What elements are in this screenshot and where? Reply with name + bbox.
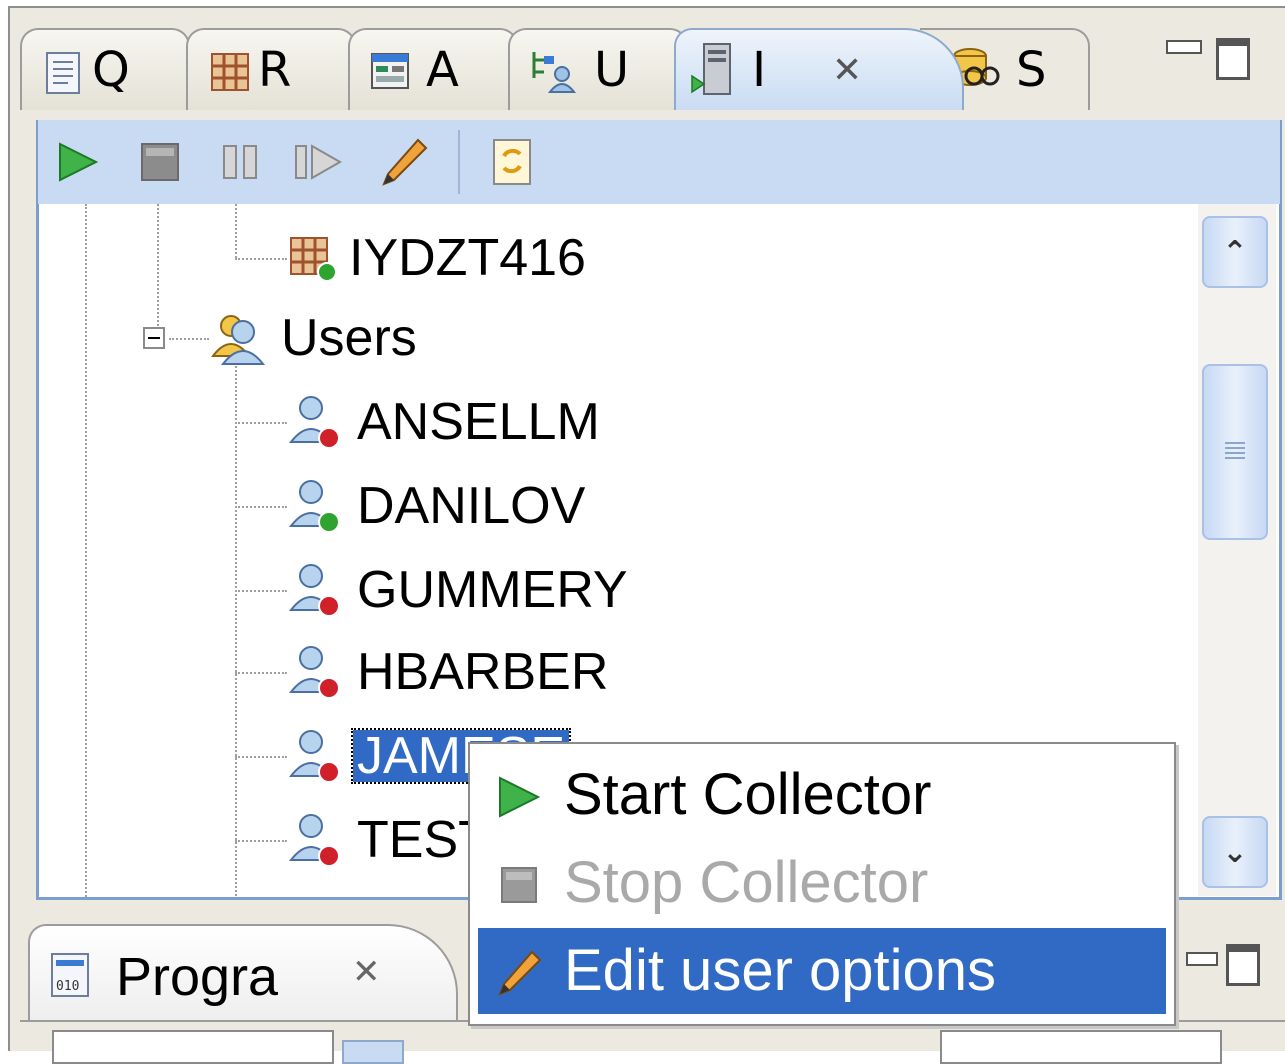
field-right[interactable] <box>940 1030 1222 1064</box>
tree-group-label: Users <box>281 309 417 367</box>
tab-i[interactable]: I ✕ <box>674 28 964 110</box>
toolbar-separator <box>458 130 460 194</box>
pencil-icon[interactable] <box>378 136 430 188</box>
stop-icon <box>501 867 537 903</box>
tree-guide <box>235 840 287 842</box>
tree-group-users[interactable]: Users <box>143 302 417 374</box>
user-name: ANSELLM <box>357 393 600 451</box>
user-stopped-icon <box>288 646 340 699</box>
menu-item-label: Edit user options <box>564 938 997 1003</box>
binary-file-icon: 010 <box>51 953 89 997</box>
pause-icon[interactable] <box>214 136 266 188</box>
user-stopped-icon <box>288 396 340 449</box>
grid-running-icon <box>290 237 337 282</box>
play-icon <box>499 776 541 818</box>
grid-icon <box>211 53 249 91</box>
menu-item-start-collector[interactable]: Start Collector <box>478 752 1166 838</box>
users-group-icon <box>210 315 266 365</box>
tab-i-label: I <box>752 42 767 98</box>
tab-a[interactable]: A <box>348 28 518 110</box>
document-icon <box>46 52 80 94</box>
stop-icon[interactable] <box>134 136 186 188</box>
scroll-thumb[interactable] <box>1202 364 1268 540</box>
tab-program-label: Progra <box>116 947 279 1007</box>
pencil-icon <box>498 950 542 996</box>
user-stopped-icon <box>288 730 340 783</box>
tree-guide <box>235 590 287 592</box>
minimize-icon[interactable] <box>1186 952 1218 966</box>
tree-guide <box>85 204 87 897</box>
scroll-up-button[interactable]: ⌃ <box>1202 216 1268 288</box>
tab-q[interactable]: Q <box>20 28 190 110</box>
maximize-icon[interactable] <box>1226 944 1260 986</box>
close-tab-icon[interactable]: ✕ <box>832 50 862 91</box>
tree-user-row[interactable]: ANSELLM <box>287 386 600 458</box>
context-menu: Start Collector Stop Collector Edit user… <box>468 742 1176 1026</box>
user-name: GUMMERY <box>357 561 628 619</box>
tree-guide <box>235 756 287 758</box>
tab-r[interactable]: R <box>186 28 356 110</box>
tab-q-label: Q <box>92 42 130 98</box>
tree-user-row[interactable]: HBARBER <box>287 636 608 708</box>
collapse-icon[interactable] <box>143 327 165 349</box>
field-left[interactable] <box>52 1030 334 1064</box>
tree-guide <box>235 362 237 897</box>
grip-icon <box>1225 442 1245 462</box>
chevron-up-icon: ⌃ <box>1222 234 1248 270</box>
tree-guide <box>235 506 287 508</box>
menu-item-stop-collector[interactable]: Stop Collector <box>478 840 1166 926</box>
play-icon[interactable] <box>52 136 104 188</box>
tree-guide <box>235 422 287 424</box>
menu-item-label: Stop Collector <box>564 850 929 915</box>
field-left-button[interactable] <box>342 1040 404 1064</box>
server-icon <box>691 43 731 95</box>
vertical-scrollbar[interactable]: ⌃ ⌄ <box>1198 204 1276 896</box>
step-icon[interactable] <box>292 136 344 188</box>
tree-user-row[interactable]: DANILOV <box>287 470 585 542</box>
menu-item-edit-user-options[interactable]: Edit user options <box>478 928 1166 1014</box>
tree-item-system[interactable]: IYDZT416 <box>287 222 586 294</box>
view-toolbar <box>36 120 1282 204</box>
tab-u-label: U <box>594 42 630 98</box>
tab-u[interactable]: U <box>508 28 688 110</box>
minimize-icon[interactable] <box>1166 40 1202 54</box>
window-icon <box>371 53 409 89</box>
tree-guide <box>235 204 237 258</box>
refresh-icon[interactable] <box>486 136 538 188</box>
user-stopped-icon <box>288 814 340 867</box>
tab-s-label: S <box>1016 42 1047 98</box>
tab-r-label: R <box>258 42 292 98</box>
user-name: HBARBER <box>357 643 609 701</box>
user-stopped-icon <box>288 564 340 617</box>
tree-user-row[interactable]: GUMMERY <box>287 554 628 626</box>
tab-program[interactable]: 010 Progra ✕ <box>28 924 458 1020</box>
close-tab-icon[interactable]: ✕ <box>352 952 381 992</box>
scroll-down-button[interactable]: ⌄ <box>1202 816 1268 888</box>
menu-item-label: Start Collector <box>564 762 932 827</box>
tree-user-icon <box>532 52 576 93</box>
maximize-icon[interactable] <box>1216 38 1250 80</box>
tab-a-label: A <box>426 42 459 98</box>
user-running-icon <box>288 480 340 533</box>
tree-guide <box>235 672 287 674</box>
tree-item-label: IYDZT416 <box>349 229 586 287</box>
tree-guide <box>235 258 287 260</box>
chevron-down-icon: ⌄ <box>1222 834 1248 870</box>
user-name: DANILOV <box>357 477 586 535</box>
svg-text:010: 010 <box>56 979 79 994</box>
view-tab-bar: Q R A U I ✕ S <box>20 28 1285 110</box>
